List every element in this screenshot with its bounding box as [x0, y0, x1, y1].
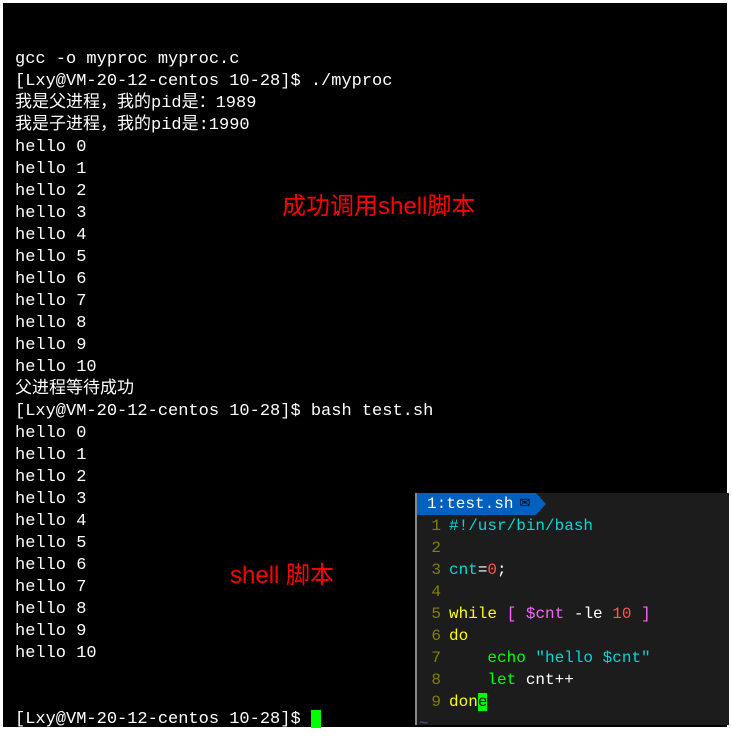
line-number: 7 — [417, 647, 449, 669]
terminal-output-line: hello 0 — [3, 137, 727, 159]
line-number: 2 — [417, 537, 449, 559]
line-number: 4 — [417, 581, 449, 603]
tab-filename: test.sh — [446, 493, 513, 515]
code-content: done — [449, 691, 487, 713]
line-number: 6 — [417, 625, 449, 647]
code-content: let cnt++ — [449, 669, 574, 691]
terminal-output-line: hello 1 — [3, 159, 727, 181]
code-content: #!/usr/bin/bash — [449, 515, 593, 537]
editor-window[interactable]: 1: test.sh ✉ 1#!/usr/bin/bash23cnt=0;45w… — [415, 493, 729, 725]
line-number: 8 — [417, 669, 449, 691]
line-number: 3 — [417, 559, 449, 581]
terminal-output-line: gcc -o myproc myproc.c — [3, 49, 727, 71]
terminal-output-line: hello 5 — [3, 247, 727, 269]
code-content: echo "hello $cnt" — [449, 647, 651, 669]
terminal-prompt: [Lxy@VM-20-12-centos 10-28]$ — [15, 710, 311, 729]
editor-tabbar: 1: test.sh ✉ — [417, 493, 729, 515]
editor-code-line[interactable]: 1#!/usr/bin/bash — [417, 515, 729, 537]
terminal-output-line: [Lxy@VM-20-12-centos 10-28]$ ./myproc — [3, 71, 727, 93]
vim-tilde: ~ — [417, 713, 429, 735]
tab-arrow-icon — [536, 493, 546, 515]
terminal-output-line: [Lxy@VM-20-12-centos 10-28]$ bash test.s… — [3, 401, 727, 423]
code-content: cnt=0; — [449, 559, 507, 581]
line-number: 5 — [417, 603, 449, 625]
line-number: 1 — [417, 515, 449, 537]
editor-code-line[interactable]: 2 — [417, 537, 729, 559]
terminal-output-line: hello 8 — [3, 313, 727, 335]
line-number: 9 — [417, 691, 449, 713]
terminal-output-line: 父进程等待成功 — [3, 379, 727, 401]
terminal-cursor — [311, 710, 321, 728]
annotation-bottom: shell 脚本 — [230, 555, 334, 590]
annotation-top: 成功调用shell脚本 — [282, 186, 475, 221]
code-content: while [ $cnt -le 10 ] — [449, 603, 651, 625]
terminal-output-line: hello 10 — [3, 357, 727, 379]
terminal-output-line: hello 7 — [3, 291, 727, 313]
editor-code-line[interactable]: 8 let cnt++ — [417, 669, 729, 691]
terminal-output-line: hello 1 — [3, 445, 727, 467]
mail-icon: ✉ — [519, 493, 530, 515]
editor-empty-line: ~ — [417, 713, 729, 735]
terminal-output-line: 我是父进程，我的pid是：1989 — [3, 93, 727, 115]
editor-tab-active[interactable]: 1: test.sh ✉ — [417, 493, 536, 515]
editor-code-line[interactable]: 7 echo "hello $cnt" — [417, 647, 729, 669]
editor-code-line[interactable]: 9done — [417, 691, 729, 713]
editor-code-line[interactable]: 4 — [417, 581, 729, 603]
terminal-output-line: hello 9 — [3, 335, 727, 357]
terminal-output-line: hello 2 — [3, 467, 727, 489]
editor-code-line[interactable]: 3cnt=0; — [417, 559, 729, 581]
terminal-output-line: hello 6 — [3, 269, 727, 291]
editor-code-line[interactable]: 6do — [417, 625, 729, 647]
terminal-output-line: hello 4 — [3, 225, 727, 247]
terminal-output-line: hello 0 — [3, 423, 727, 445]
terminal-output-line: 我是子进程，我的pid是:1990 — [3, 115, 727, 137]
editor-code-line[interactable]: 5while [ $cnt -le 10 ] — [417, 603, 729, 625]
code-content: do — [449, 625, 468, 647]
tab-index: 1: — [427, 493, 446, 515]
